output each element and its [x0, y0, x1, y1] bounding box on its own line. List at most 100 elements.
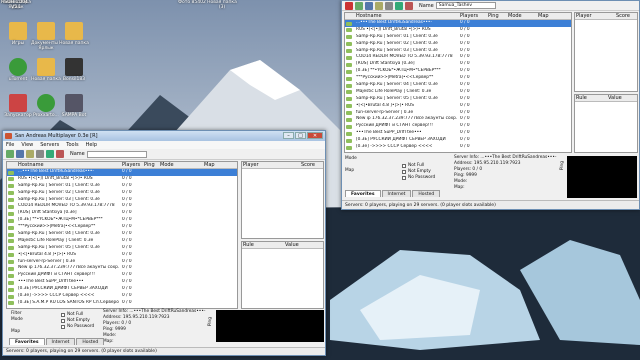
- table-row[interactable]: Majestic Life RolePlay | Client: 0.3e 0 /…: [7, 238, 237, 245]
- table-row[interactable]: Русский ДРИФТ и СТАНТ сервер!!! 0 / 0: [7, 272, 237, 279]
- table-row[interactable]: New ip 176.32.37.239:7777Все акаунты сох…: [345, 116, 571, 123]
- tab-internet[interactable]: Internet: [45, 338, 76, 345]
- desktop-label[interactable]: Фото 85402: [176, 0, 208, 5]
- table-row[interactable]: Samp-Rp.Ru | Server: 01 | Client: 0.3e 0 …: [7, 183, 237, 190]
- col-mode[interactable]: Mode: [507, 13, 537, 19]
- table-row[interactable]: [RUS] Drift Stantsiya [0.3e] 0 / 0: [7, 210, 237, 217]
- table-row[interactable]: •••The Best SuPP_DrIfTtee••• 0 / 0: [345, 130, 571, 137]
- col-ping[interactable]: Ping: [143, 162, 159, 168]
- tab-hosted[interactable]: Hosted: [76, 338, 105, 345]
- col-ping[interactable]: Ping: [487, 13, 507, 19]
- desktop-label[interactable]: SOH CD04 V5.1: [0, 0, 32, 10]
- col-map[interactable]: Map: [537, 13, 567, 19]
- name-input[interactable]: Samua_Tashev: [435, 2, 496, 9]
- no-password-check[interactable]: No Password: [61, 324, 94, 330]
- col-players[interactable]: Players: [459, 13, 487, 19]
- table-row[interactable]: COD14 REDLIR MOVED TO 5.39.93.178:7778 0 …: [7, 203, 237, 210]
- col-rule[interactable]: Rule: [242, 242, 284, 248]
- desktop-icon-sampa-bot[interactable]: SAMPA Bot: [58, 94, 90, 118]
- table-row[interactable]: ...•••The Best DriftRuSandreas•••- 0 / 0: [345, 20, 571, 27]
- add-server-icon[interactable]: [6, 150, 14, 158]
- col-mode[interactable]: Mode: [159, 162, 203, 168]
- delete-server-icon[interactable]: [16, 150, 24, 158]
- desktop-icon-bonsil[interactable]: Bonsil183: [58, 58, 90, 82]
- table-row[interactable]: Samp-Rp.Ru | Server: 03 | Client: 0.3e 0 …: [345, 48, 571, 55]
- table-row[interactable]: [0.3e] ->>>> CCCP Сервер <<<< 0 / 0: [7, 293, 237, 300]
- info-icon[interactable]: [385, 1, 393, 10]
- close-button[interactable]: ✕: [307, 132, 323, 139]
- table-row[interactable]: ***Русский>>|Metra|•<<Cервер** 0 / 0: [7, 224, 237, 231]
- samp-browser-window[interactable]: San Andreas Multiplayer 0.3e [R] – □ ✕ F…: [2, 130, 326, 356]
- rules-list[interactable]: Rule Value: [574, 94, 638, 153]
- tab-favorites[interactable]: Favorites: [9, 338, 45, 345]
- window-titlebar[interactable]: San Andreas Multiplayer 0.3e [R] – □ ✕: [3, 131, 325, 141]
- table-row[interactable]: [RUS] Drift Stantsiya [0.3e] 0 / 0: [345, 61, 571, 68]
- table-row[interactable]: [0.3E] РУССКИЙ ДРИФТ СЕРВЕР ЗАХОДИ 0 / 0: [345, 137, 571, 144]
- desktop-icon-new-folder[interactable]: Новая папка: [58, 22, 90, 46]
- table-row[interactable]: •[<|•Brutal 4.8 ]•|>]• RUS 0 / 0: [7, 252, 237, 259]
- connect-icon[interactable]: [395, 1, 403, 10]
- col-hostname[interactable]: Hostname: [17, 162, 121, 168]
- settings-icon[interactable]: [405, 1, 413, 10]
- name-input[interactable]: [86, 150, 147, 158]
- table-row[interactable]: Majestic Life RolePlay | Client: 0.3e 0 /…: [345, 89, 571, 96]
- maximize-button[interactable]: □: [295, 132, 306, 139]
- col-player[interactable]: Player: [242, 162, 300, 168]
- table-row[interactable]: Samp-Rp.Ru | Server: 04 | Client: 0.3e 0 …: [7, 231, 237, 238]
- table-row[interactable]: •[<|•Brutal 4.8 ]•|>]• RUS 0 / 0: [345, 103, 571, 110]
- col-rule[interactable]: Rule: [575, 95, 607, 101]
- col-value[interactable]: Value: [607, 95, 622, 101]
- table-row[interactable]: RUS •[<|•]( Drift_Brutal •|>)• RUS 0 / 0: [345, 27, 571, 34]
- tab-hosted[interactable]: Hosted: [412, 190, 441, 197]
- table-row[interactable]: [0.3e] ->>>> CCCP Сервер <<<< 0 / 0: [345, 144, 571, 151]
- delete-server-icon[interactable]: [365, 1, 373, 10]
- settings-icon[interactable]: [56, 150, 64, 158]
- connect-icon[interactable]: [46, 150, 54, 158]
- rules-list[interactable]: Rule Value: [241, 241, 324, 309]
- table-row[interactable]: Samp-Rp.Ru | Server: 05 | Client: 0.3e 0 …: [345, 96, 571, 103]
- desktop-label[interactable]: Новая папка (3): [206, 0, 238, 10]
- table-row[interactable]: ***Русский>>|Metra|•<<Cервер** 0 / 0: [345, 75, 571, 82]
- col-map[interactable]: Map: [203, 162, 233, 168]
- refresh-icon[interactable]: [375, 1, 383, 10]
- table-row[interactable]: ...•••The Best DriftRuSandreas•••- 0 / 0: [7, 169, 237, 176]
- table-row[interactable]: Samp-Rp.Ru | Server: 05 | Client: 0.3e 0 …: [7, 245, 237, 252]
- player-list[interactable]: Player Score: [574, 12, 638, 92]
- table-row[interactable]: •••The Best SuPP_DrIfTtee••• 0 / 0: [7, 279, 237, 286]
- minimize-button[interactable]: –: [283, 132, 294, 139]
- table-row[interactable]: [0.3E] **•YCKOБ*•ЖТЦ•M•*СЕРВЕР*** 0 / 0: [345, 68, 571, 75]
- samp-browser-window-back[interactable]: Name Samua_Tashev Hostname Players Ping …: [341, 0, 640, 210]
- menu-servers[interactable]: Servers: [40, 141, 59, 149]
- menu-tools[interactable]: Tools: [66, 141, 78, 149]
- col-player[interactable]: Player: [575, 13, 615, 19]
- col-score[interactable]: Score: [615, 13, 630, 19]
- tab-favorites[interactable]: Favorites: [345, 190, 381, 197]
- refresh-icon[interactable]: [26, 150, 34, 158]
- table-row[interactable]: Samp-Rp.Ru | Server: 02 | Client: 0.3e 0 …: [345, 41, 571, 48]
- menu-view[interactable]: View: [21, 141, 33, 149]
- table-row[interactable]: COD14 REDLIR MOVED TO 5.39.93.178:7778 0 …: [345, 54, 571, 61]
- table-row[interactable]: fun-server-rp-Server | 0.3e 0 / 0: [345, 110, 571, 117]
- server-list[interactable]: Hostname Players Ping Mode Map ...•••The…: [6, 161, 238, 309]
- player-list[interactable]: Player Score: [241, 161, 324, 239]
- table-row[interactable]: Samp-Rp.Ru | Server: 03 | Client: 0.3e 0 …: [7, 197, 237, 204]
- tab-internet[interactable]: Internet: [381, 190, 412, 197]
- no-password-check[interactable]: No Password: [402, 175, 435, 181]
- server-list[interactable]: Hostname Players Ping Mode Map ...•••The…: [344, 12, 572, 153]
- table-row[interactable]: Русский ДРИФТ и СТАНТ сервер!!! 0 / 0: [345, 123, 571, 130]
- table-row[interactable]: [0.3E] S.A.M.P RU LOS SANTOS RP Сп.Серве…: [7, 300, 237, 307]
- table-row[interactable]: RUS •[<|•]( Drift_Brutal •|>)• RUS 0 / 0: [7, 176, 237, 183]
- table-row[interactable]: New ip 176.32.37.239:7777Все акаунты сох…: [7, 265, 237, 272]
- table-row[interactable]: [0.3E] **•YCKOБ*•ЖТЦ•M•*СЕРВЕР*** 0 / 0: [7, 217, 237, 224]
- col-value[interactable]: Value: [284, 242, 299, 248]
- menu-file[interactable]: File: [6, 141, 14, 149]
- col-hostname[interactable]: Hostname: [355, 13, 459, 19]
- table-row[interactable]: Samp-Rp.Ru | Server: 01 | Client: 0.3e 0 …: [345, 34, 571, 41]
- table-row[interactable]: Samp-Rp.Ru | Server: 04 | Client: 0.3e 0 …: [345, 82, 571, 89]
- table-row[interactable]: fun-server-rp-Server | 0.3e 0 / 0: [7, 259, 237, 266]
- table-row[interactable]: [0.3E] РУССКИЙ ДРИФТ СЕРВЕР ЗАХОДИ 0 / 0: [7, 286, 237, 293]
- table-row[interactable]: Samp-Rp.Ru | Server: 02 | Client: 0.3e 0 …: [7, 190, 237, 197]
- col-players[interactable]: Players: [121, 162, 143, 168]
- add-server-icon[interactable]: [355, 1, 363, 10]
- menu-help[interactable]: Help: [86, 141, 97, 149]
